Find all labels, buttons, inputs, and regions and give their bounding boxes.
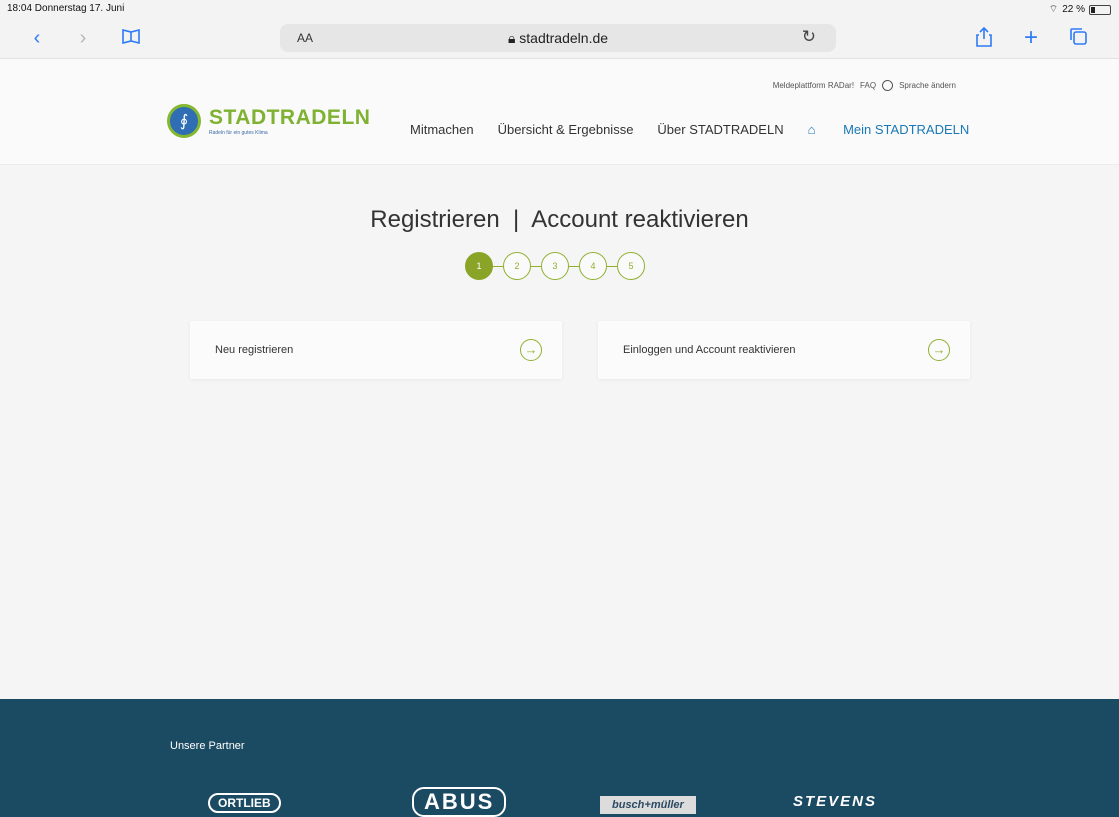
battery-icon bbox=[1089, 4, 1111, 15]
top-links: Meldeplattform RADar! FAQ Sprache ändern bbox=[773, 80, 956, 91]
site-logo[interactable]: ∮ STADTRADELN Radeln für ein gutes Klima bbox=[167, 104, 370, 138]
step-3: 3 bbox=[541, 252, 569, 280]
site-footer: Unsere Partner ORTLIEB ABUS busch+müller… bbox=[0, 699, 1119, 817]
globe-icon bbox=[882, 80, 894, 91]
tabs-icon[interactable] bbox=[1067, 27, 1089, 49]
browser-toolbar: ‹ › AA 🔒︎ stadtradeln.de ↻ + bbox=[0, 18, 1119, 59]
step-connector bbox=[493, 265, 503, 267]
arrow-right-icon[interactable]: → bbox=[520, 339, 542, 361]
partner-logo-busch-mueller[interactable]: busch+müller bbox=[600, 796, 696, 814]
option-label: Einloggen und Account reaktivieren bbox=[623, 344, 796, 356]
logo-title: STADTRADELN bbox=[209, 105, 371, 129]
nav-mein-label: Mein STADTRADELN bbox=[843, 122, 970, 137]
bookmarks-icon[interactable] bbox=[120, 27, 142, 49]
url-value: stadtradeln.de bbox=[519, 30, 609, 46]
faq-link[interactable]: FAQ bbox=[860, 81, 876, 90]
wifi-icon: ⌔ bbox=[1048, 4, 1059, 15]
address-bar[interactable]: AA 🔒︎ stadtradeln.de ↻ bbox=[280, 24, 836, 52]
partners-title: Unsere Partner bbox=[170, 740, 245, 752]
forward-icon[interactable]: › bbox=[72, 27, 94, 49]
new-tab-icon[interactable]: + bbox=[1020, 26, 1042, 50]
step-connector bbox=[569, 265, 579, 267]
status-bar: 18:04 Donnerstag 17. Juni ⌔ 22 % bbox=[0, 0, 1119, 18]
option-new-registration[interactable]: Neu registrieren → bbox=[190, 321, 562, 379]
share-icon[interactable] bbox=[973, 26, 995, 49]
option-label: Neu registrieren bbox=[215, 344, 294, 356]
language-link[interactable]: Sprache ändern bbox=[899, 81, 956, 90]
step-indicator: 1 2 3 4 5 bbox=[465, 252, 645, 280]
step-2: 2 bbox=[503, 252, 531, 280]
step-1: 1 bbox=[465, 252, 493, 280]
battery-percent: 22 % bbox=[1062, 4, 1085, 15]
url-text: 🔒︎ stadtradeln.de bbox=[280, 30, 836, 47]
radar-link[interactable]: Meldeplattform RADar! bbox=[773, 81, 854, 90]
partner-logo-stevens[interactable]: STEVENS bbox=[793, 793, 877, 810]
main-nav: Mitmachen Übersicht & Ergebnisse Über ST… bbox=[410, 122, 993, 137]
step-connector bbox=[531, 265, 541, 267]
lock-icon: 🔒︎ bbox=[507, 30, 516, 46]
step-4: 4 bbox=[579, 252, 607, 280]
page-title: Registrieren | Account reaktivieren bbox=[370, 206, 749, 233]
partner-logo-abus[interactable]: ABUS bbox=[412, 787, 507, 817]
reload-icon[interactable]: ↻ bbox=[802, 27, 816, 47]
arrow-right-icon[interactable]: → bbox=[928, 339, 950, 361]
user-icon: ⌂ bbox=[807, 122, 816, 137]
status-indicators: ⌔ 22 % bbox=[1049, 3, 1111, 16]
cyclist-logo-icon: ∮ bbox=[167, 104, 201, 138]
nav-ueber[interactable]: Über STADTRADELN bbox=[657, 122, 783, 137]
option-login-reactivate[interactable]: Einloggen und Account reaktivieren → bbox=[598, 321, 970, 379]
nav-mein-stadtradeln[interactable]: ⌂ Mein STADTRADELN bbox=[808, 122, 994, 137]
status-time: 18:04 Donnerstag 17. Juni bbox=[7, 3, 125, 14]
back-icon[interactable]: ‹ bbox=[26, 27, 48, 49]
nav-mitmachen[interactable]: Mitmachen bbox=[410, 122, 474, 137]
nav-uebersicht[interactable]: Übersicht & Ergebnisse bbox=[498, 122, 634, 137]
partner-logo-ortlieb[interactable]: ORTLIEB bbox=[208, 793, 281, 813]
step-connector bbox=[607, 265, 617, 267]
step-5: 5 bbox=[617, 252, 645, 280]
site-header: Meldeplattform RADar! FAQ Sprache ändern… bbox=[0, 59, 1119, 165]
logo-subtitle: Radeln für ein gutes Klima bbox=[209, 129, 268, 136]
